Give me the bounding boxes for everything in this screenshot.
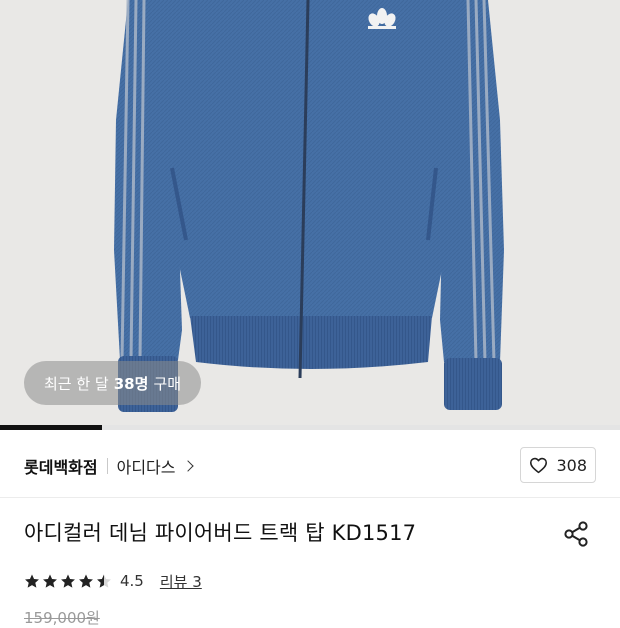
brand-name: 아디다스 [116,458,176,477]
rating-stars [24,573,112,589]
rating-score: 4.5 [120,572,144,590]
store-name[interactable]: 롯데백화점 [24,454,98,478]
brand-link[interactable]: 아디다스 [116,454,194,478]
badge-count: 38명 [113,374,149,393]
star-icon [79,574,93,588]
star-icon [97,574,111,588]
rating-row: 4.5 리뷰 3 [24,569,202,593]
carousel-progress-fill [0,425,103,430]
wishlist-button[interactable]: 308 [520,447,596,483]
chevron-right-icon [181,460,194,472]
star-icon [43,574,57,588]
recent-purchases-badge: 최근 한 달 38명 구매 [24,361,202,405]
wishlist-count: 308 [556,455,587,475]
product-title: 아디컬러 데님 파이어버드 트랙 탑 KD1517 [24,521,417,545]
carousel-progress [0,425,620,430]
reviews-link[interactable]: 리뷰 3 [160,571,202,592]
badge-suffix: 구매 [153,374,182,393]
divider [106,458,108,474]
star-icon [25,574,39,588]
star-icon [61,574,75,588]
heart-icon [530,457,548,473]
badge-prefix: 최근 한 달 [44,374,109,393]
store-row: 롯데백화점 아디다스 308 [24,447,596,485]
original-price: 159,000원 [24,609,100,627]
section-divider [0,497,620,498]
share-button[interactable] [561,519,591,549]
product-image[interactable]: 최근 한 달 38명 구매 [0,0,620,425]
share-icon [564,521,588,547]
